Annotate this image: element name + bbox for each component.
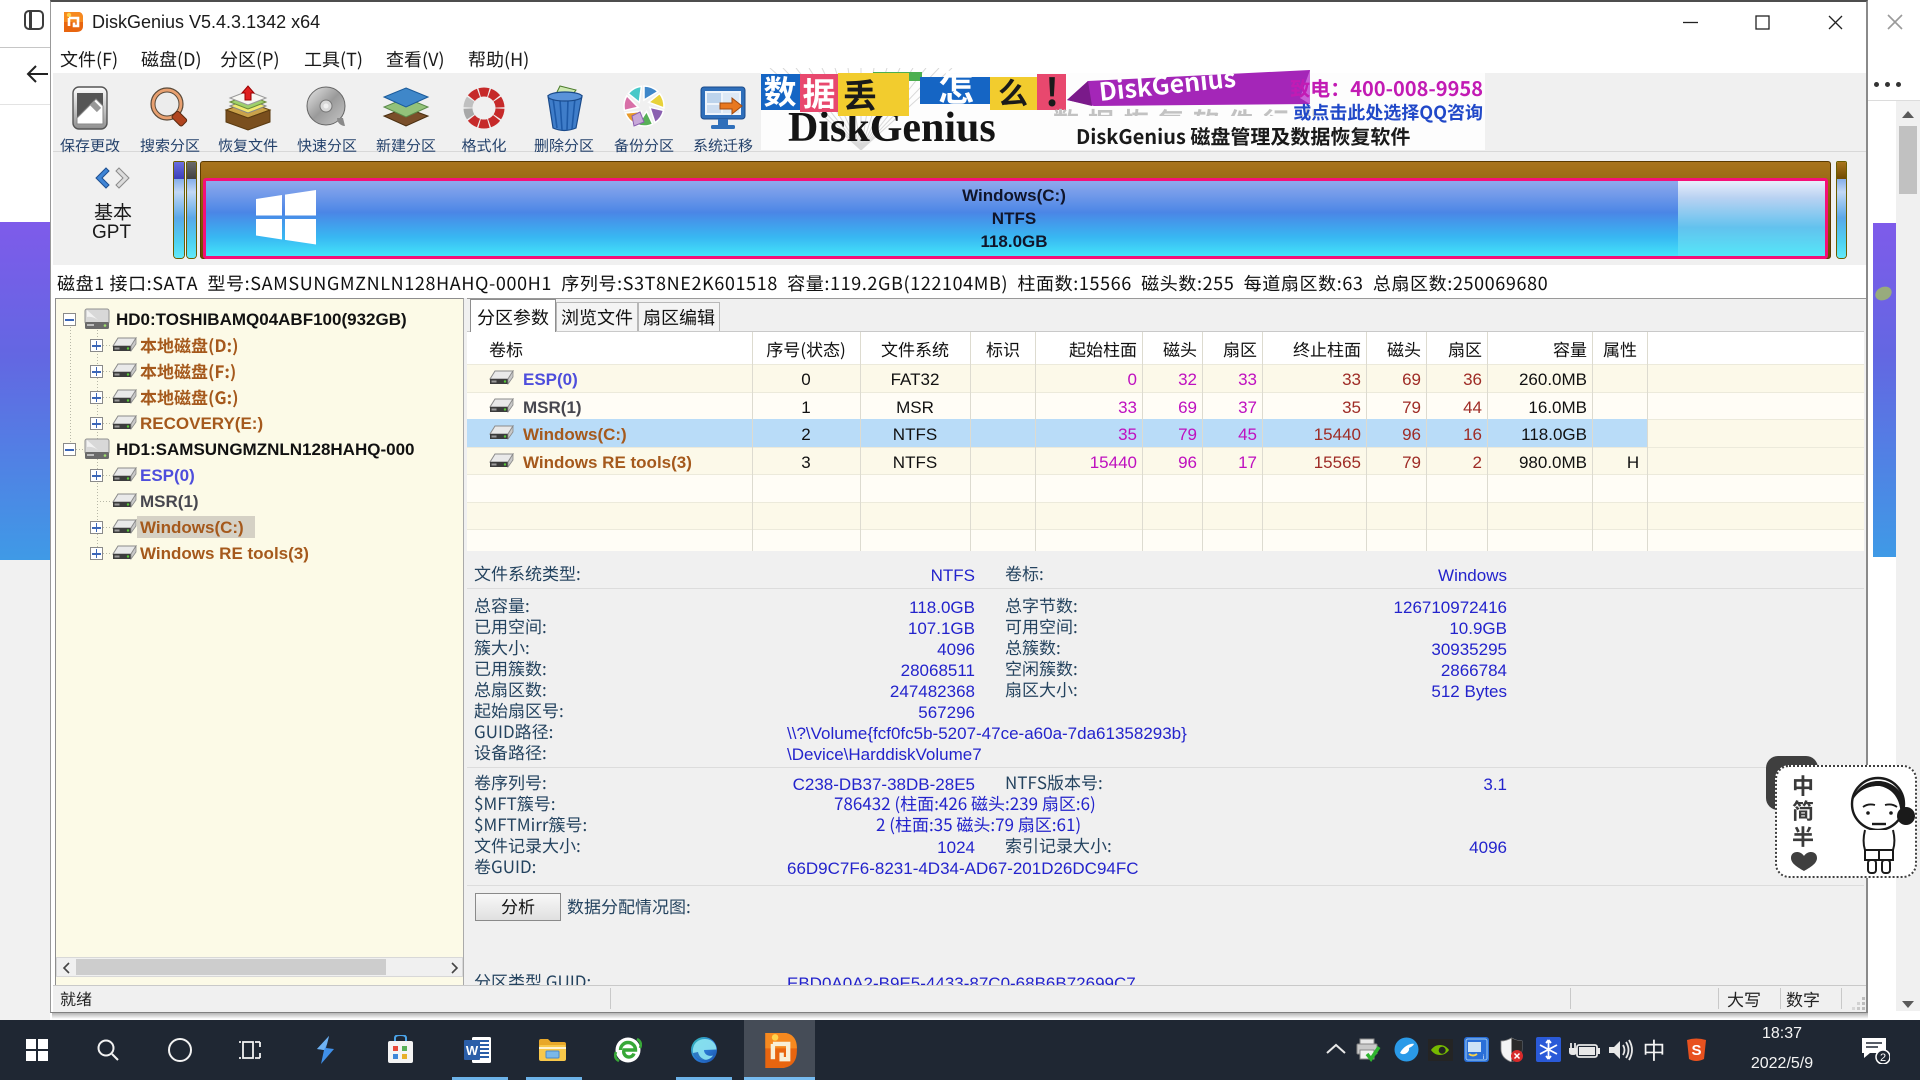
svg-text:W: W: [466, 1043, 479, 1058]
svg-text:2: 2: [1880, 1052, 1886, 1064]
svg-text:i: i: [1483, 1055, 1484, 1061]
svg-text:S: S: [1691, 1042, 1701, 1059]
